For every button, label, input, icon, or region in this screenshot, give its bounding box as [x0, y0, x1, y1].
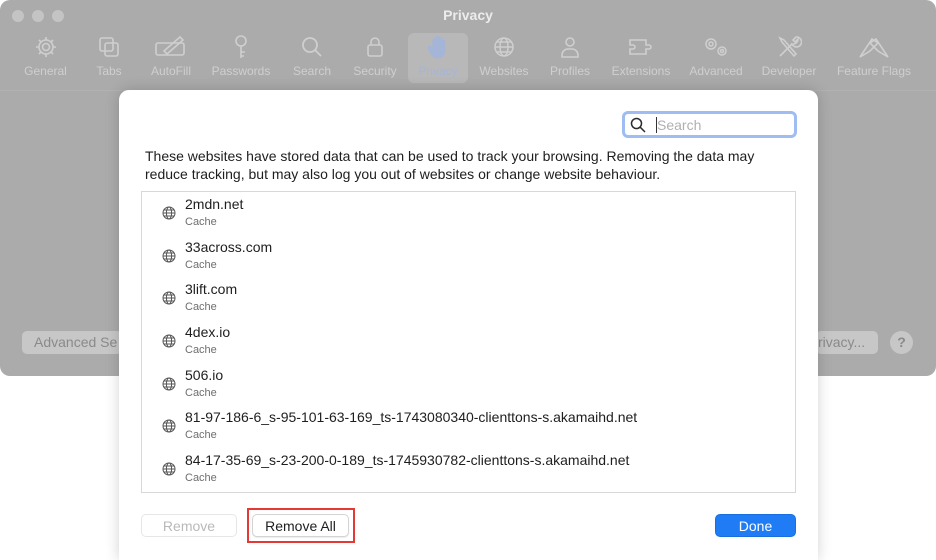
- person-icon: [544, 33, 596, 61]
- settings-toolbar: General Tabs AutoFill Passwords Search S…: [0, 33, 936, 83]
- data-type: Cache: [185, 472, 217, 485]
- tab-label: Passwords: [211, 64, 271, 78]
- tab-label: General: [24, 64, 67, 78]
- title-bar: Privacy: [0, 0, 936, 30]
- tab-label: Extensions: [611, 64, 671, 78]
- remove-button[interactable]: Remove: [141, 514, 237, 537]
- tab-autofill[interactable]: AutoFill: [145, 33, 197, 83]
- data-type: Cache: [185, 344, 217, 357]
- website-list[interactable]: 2mdn.net Cache 33across.com Cache 3lift.…: [141, 191, 796, 493]
- lock-icon: [348, 33, 402, 61]
- data-type: Cache: [185, 301, 217, 314]
- search-field[interactable]: [622, 111, 797, 138]
- gear-icon: [18, 33, 73, 61]
- gears-icon: [684, 33, 748, 61]
- tab-privacy[interactable]: Privacy: [408, 33, 468, 83]
- tab-label: Tabs: [96, 64, 122, 78]
- manage-privacy-button[interactable]: rivacy...: [816, 331, 878, 354]
- flags-icon: [830, 33, 918, 61]
- tab-profiles[interactable]: Profiles: [544, 33, 596, 83]
- website-name: 4dex.io: [185, 324, 231, 341]
- website-name: 81-97-186-6_s-95-101-63-169_ts-174308034…: [185, 409, 638, 426]
- advanced-settings-button[interactable]: Advanced Se: [22, 331, 122, 354]
- list-item[interactable]: 33across.com Cache: [142, 235, 795, 278]
- remove-all-button[interactable]: Remove All: [252, 514, 349, 537]
- tab-label: Websites: [479, 64, 529, 78]
- search-input[interactable]: [657, 114, 787, 135]
- tab-label: Security: [353, 64, 397, 78]
- tab-label: Advanced: [689, 64, 743, 78]
- website-data-sheet: These websites have stored data that can…: [119, 90, 818, 560]
- website-name: 3lift.com: [185, 281, 238, 298]
- tabs-icon: [88, 33, 130, 61]
- tab-label: Search: [292, 64, 332, 78]
- globe-icon: [162, 462, 176, 481]
- window-title: Privacy: [443, 7, 493, 23]
- tab-websites[interactable]: Websites: [474, 33, 534, 83]
- website-name: 33across.com: [185, 238, 273, 255]
- tab-developer[interactable]: Developer: [756, 33, 822, 83]
- website-name: 506.io: [185, 366, 224, 383]
- data-type: Cache: [185, 216, 217, 228]
- search-icon: [288, 33, 336, 61]
- key-icon: [207, 33, 275, 61]
- tab-advanced[interactable]: Advanced: [684, 33, 748, 83]
- tab-extensions[interactable]: Extensions: [606, 33, 676, 83]
- list-item[interactable]: 2mdn.net Cache: [142, 192, 795, 235]
- list-item[interactable]: 4dex.io Cache: [142, 320, 795, 363]
- done-button[interactable]: Done: [715, 514, 796, 537]
- tab-general[interactable]: General: [18, 33, 73, 83]
- description-text: These websites have stored data that can…: [145, 148, 755, 182]
- hand-icon: [408, 33, 468, 61]
- tab-passwords[interactable]: Passwords: [207, 33, 275, 83]
- wrench-screwdriver-icon: [756, 33, 822, 61]
- list-item[interactable]: 3lift.com Cache: [142, 277, 795, 320]
- website-name: 84-17-35-69_s-23-200-0-189_ts-1745930782…: [185, 452, 630, 469]
- data-type: Cache: [185, 429, 217, 442]
- pencil-form-icon: [145, 33, 197, 61]
- puzzle-icon: [606, 33, 676, 61]
- list-item[interactable]: 81-97-186-6_s-95-101-63-169_ts-174308034…: [142, 405, 795, 448]
- globe-icon: [162, 419, 176, 438]
- list-item[interactable]: 84-17-35-69_s-23-200-0-189_ts-1745930782…: [142, 448, 795, 491]
- globe-icon: [162, 377, 176, 396]
- globe-icon: [162, 249, 176, 268]
- data-type: Cache: [185, 258, 217, 271]
- tab-label: Developer: [761, 64, 817, 78]
- search-icon: [630, 117, 646, 138]
- tab-tabs[interactable]: Tabs: [88, 33, 130, 83]
- tab-label: Profiles: [549, 64, 590, 78]
- list-item[interactable]: 506.io Cache: [142, 363, 795, 406]
- website-name: 2mdn.net: [185, 196, 244, 212]
- help-button[interactable]: ?: [890, 331, 913, 354]
- tab-label: Feature Flags: [836, 64, 912, 78]
- data-type: Cache: [185, 386, 217, 399]
- globe-icon: [162, 206, 176, 225]
- globe-icon: [474, 33, 534, 61]
- tab-feature-flags[interactable]: Feature Flags: [830, 33, 918, 83]
- globe-icon: [162, 334, 176, 353]
- globe-icon: [162, 291, 176, 310]
- tab-label: AutoFill: [150, 64, 191, 78]
- tab-security[interactable]: Security: [348, 33, 402, 83]
- tab-label: Privacy: [418, 64, 458, 78]
- tab-search[interactable]: Search: [288, 33, 336, 83]
